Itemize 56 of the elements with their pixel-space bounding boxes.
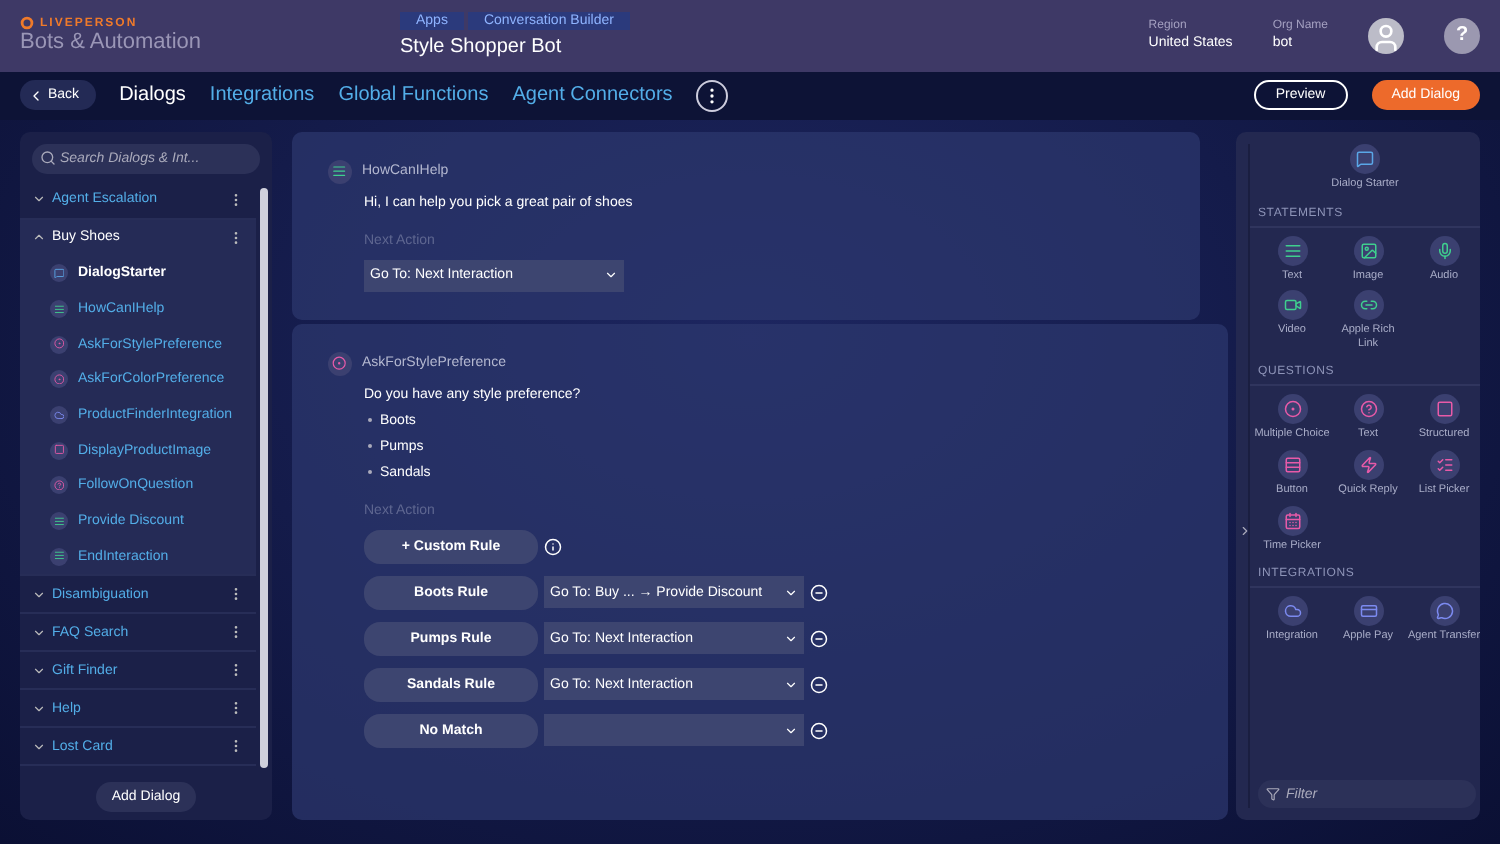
calendar-icon: [1277, 505, 1307, 536]
remove-icon[interactable]: [810, 583, 828, 602]
nav-tab[interactable]: Global Functions: [338, 84, 489, 107]
cloud-icon: [1277, 596, 1307, 627]
lines-icon: [50, 547, 68, 566]
nav-tab[interactable]: Dialogs: [119, 84, 186, 107]
chevron-down-icon: [784, 631, 798, 646]
chat-icon: [1429, 596, 1459, 627]
collapse-icon[interactable]: [32, 230, 46, 245]
nav-tab[interactable]: Integrations: [209, 84, 315, 107]
more-button[interactable]: [696, 79, 729, 112]
lightning-icon: [1353, 449, 1383, 480]
question-icon: [1353, 394, 1383, 425]
search-icon: [40, 150, 56, 167]
chevron-down-icon: [604, 268, 618, 283]
microphone-icon: [1429, 235, 1459, 266]
video-icon: [1277, 290, 1307, 321]
nav-tab[interactable]: Agent Connectors: [512, 84, 673, 107]
lines-icon: [1277, 235, 1307, 266]
chat-bubble-icon: [50, 264, 68, 283]
avatar[interactable]: [1368, 17, 1404, 54]
expand-icon[interactable]: [32, 587, 46, 601]
radio-icon: [328, 351, 352, 376]
expand-icon[interactable]: [32, 192, 46, 207]
chevron-down-icon: [784, 585, 798, 600]
filter-icon: [1266, 787, 1280, 801]
radio-icon: [50, 370, 68, 389]
logo-icon: [20, 16, 34, 31]
expand-icon[interactable]: [32, 701, 46, 715]
radio-icon: [1277, 394, 1307, 425]
card-icon: [1353, 596, 1383, 627]
remove-icon[interactable]: [810, 721, 828, 740]
lines-icon: [50, 511, 68, 530]
remove-icon[interactable]: [810, 629, 828, 648]
rows-icon: [1277, 449, 1307, 480]
radio-icon: [50, 335, 68, 354]
lines-icon: [328, 159, 352, 184]
image-icon: [1353, 235, 1383, 266]
remove-icon[interactable]: [810, 675, 828, 694]
question-icon: [50, 476, 68, 495]
lines-icon: [50, 299, 68, 318]
expand-icon[interactable]: [32, 663, 46, 677]
square-icon: [50, 441, 68, 460]
bot-name: Style Shopper Bot: [400, 36, 564, 59]
link-icon: [1353, 290, 1383, 321]
chevron-left-icon: [28, 87, 44, 104]
expand-icon[interactable]: [32, 739, 46, 753]
cloud-icon: [50, 405, 68, 424]
expand-icon[interactable]: [1238, 524, 1252, 538]
chevron-down-icon: [784, 723, 798, 738]
product-name: Bots & Automation: [20, 30, 203, 55]
chevron-down-icon: [784, 677, 798, 692]
list-icon: [1429, 449, 1459, 480]
chat-bubble-icon: [1350, 144, 1380, 174]
expand-icon[interactable]: [32, 625, 46, 639]
info-icon[interactable]: [544, 537, 562, 556]
